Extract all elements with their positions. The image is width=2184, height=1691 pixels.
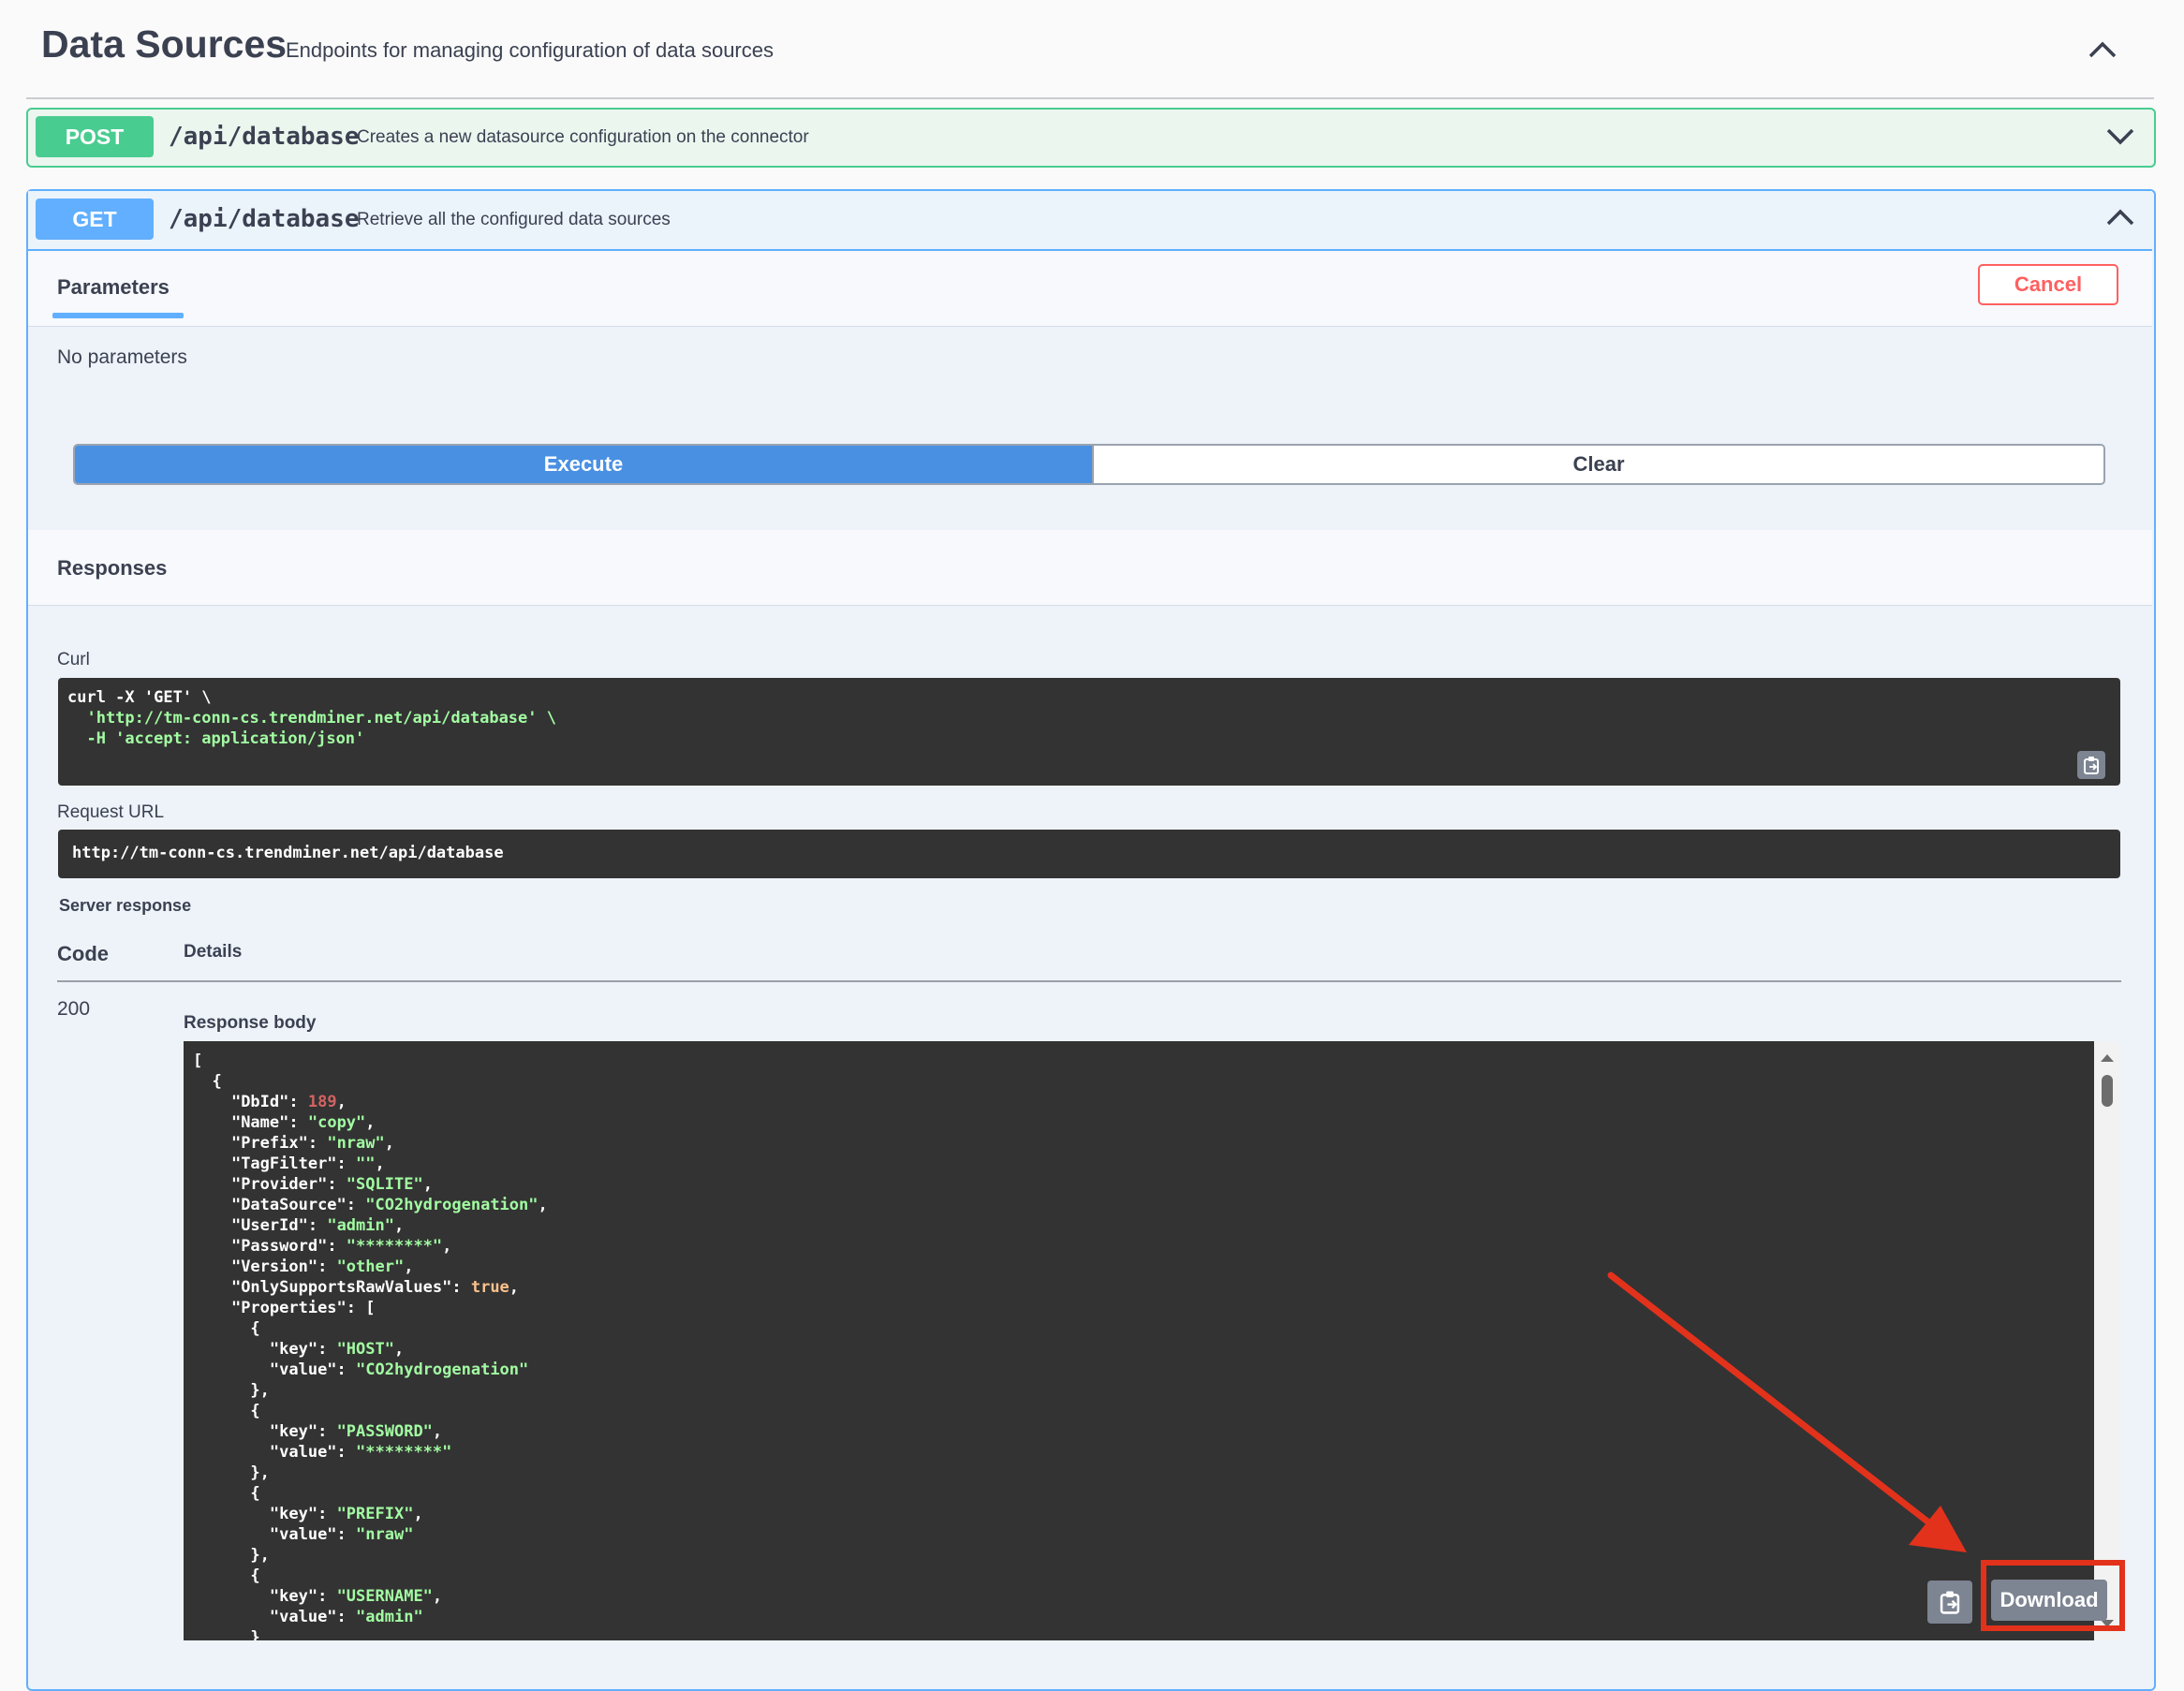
- curl-line: -H 'accept: application/json': [67, 729, 365, 748]
- parameters-bar: [28, 251, 2152, 327]
- execute-button-group: Execute Clear: [73, 444, 2105, 485]
- method-badge-get: GET: [36, 199, 154, 240]
- execute-button[interactable]: Execute: [75, 446, 1092, 483]
- curl-line: 'http://tm-conn-cs.trendminer.net/api/da…: [67, 709, 556, 728]
- curl-line: curl -X 'GET' \: [67, 688, 212, 707]
- details-column-header: Details: [184, 942, 243, 962]
- tab-active-indicator: [52, 313, 184, 318]
- chevron-up-icon[interactable]: [2087, 34, 2118, 66]
- copy-response-icon[interactable]: [1927, 1581, 1972, 1624]
- curl-code-block[interactable]: curl -X 'GET' \ 'http://tm-conn-cs.trend…: [58, 678, 2120, 786]
- chevron-up-icon[interactable]: [2104, 201, 2136, 233]
- section-description: Endpoints for managing configuration of …: [286, 38, 774, 62]
- chevron-down-icon[interactable]: [2104, 120, 2136, 152]
- tab-parameters[interactable]: Parameters: [57, 275, 170, 300]
- code-column-header: Code: [57, 942, 109, 965]
- response-scrollbar[interactable]: [2094, 1041, 2120, 1640]
- response-status-code: 200: [57, 998, 91, 1020]
- responses-bar: [28, 530, 2152, 606]
- no-parameters-text: No parameters: [57, 346, 187, 368]
- operation-path: /api/database: [169, 123, 360, 151]
- section-divider: [26, 97, 2154, 99]
- copy-to-clipboard-icon[interactable]: [2077, 751, 2105, 779]
- section-title[interactable]: Data Sources: [41, 22, 287, 66]
- response-body-label: Response body: [184, 1013, 317, 1033]
- server-response-label: Server response: [59, 896, 192, 915]
- curl-label: Curl: [57, 650, 90, 669]
- clear-button[interactable]: Clear: [1092, 446, 2103, 483]
- cancel-button[interactable]: Cancel: [1978, 264, 2118, 305]
- annotation-arrow-icon: [1607, 1272, 1967, 1552]
- operation-summary: Retrieve all the configured data sources: [357, 210, 671, 229]
- request-url-value[interactable]: http://tm-conn-cs.trendminer.net/api/dat…: [58, 830, 2120, 878]
- operation-path: /api/database: [169, 205, 360, 233]
- method-badge-post: POST: [36, 116, 154, 157]
- responses-title: Responses: [57, 556, 168, 580]
- operation-summary: Creates a new datasource configuration o…: [357, 127, 809, 147]
- table-divider: [57, 980, 2121, 982]
- request-url-label: Request URL: [57, 802, 165, 822]
- annotation-highlight-box: [1981, 1560, 2125, 1631]
